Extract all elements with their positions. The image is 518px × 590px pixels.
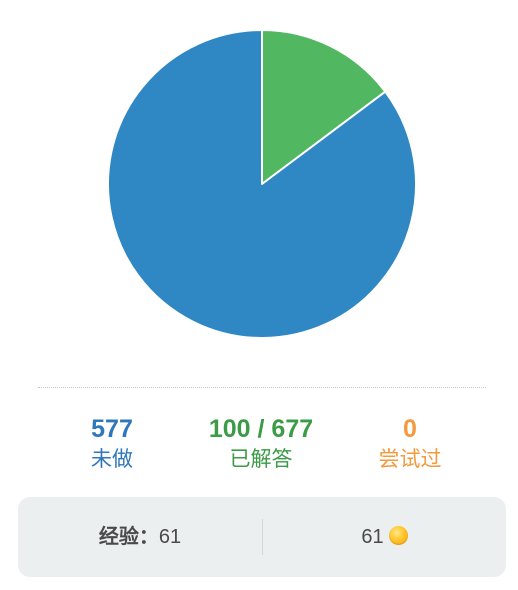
stats-row: 577 未做 100 / 677 已解答 0 尝试过 (0, 414, 518, 484)
stat-solved-label: 已解答 (229, 448, 293, 471)
stat-tried-label: 尝试过 (378, 448, 442, 471)
stat-todo-value: 577 (91, 415, 133, 443)
section-divider (38, 387, 486, 388)
progress-pie-chart (106, 28, 418, 340)
gold-coin-icon (388, 526, 408, 546)
stat-tried[interactable]: 0 尝试过 (379, 414, 442, 475)
coins-value: 61 (361, 526, 384, 548)
stat-solved[interactable]: 100 / 677 已解答 (209, 414, 313, 475)
stat-solved-value: 100 / 677 (208, 415, 314, 443)
stat-todo-label: 未做 (91, 448, 133, 471)
experience-value: 61 (158, 526, 182, 548)
stat-tried-value: 0 (403, 415, 417, 443)
stat-todo[interactable]: 577 未做 (91, 414, 133, 475)
coins-display: 61 (263, 497, 506, 577)
experience-label: 经验： (98, 526, 159, 548)
experience-display: 经验：61 (18, 497, 262, 577)
progress-card: 577 未做 100 / 677 已解答 0 尝试过 经验：61 61 (0, 0, 518, 590)
rewards-footer: 经验：61 61 (18, 497, 506, 577)
pie-chart-svg (107, 29, 417, 339)
